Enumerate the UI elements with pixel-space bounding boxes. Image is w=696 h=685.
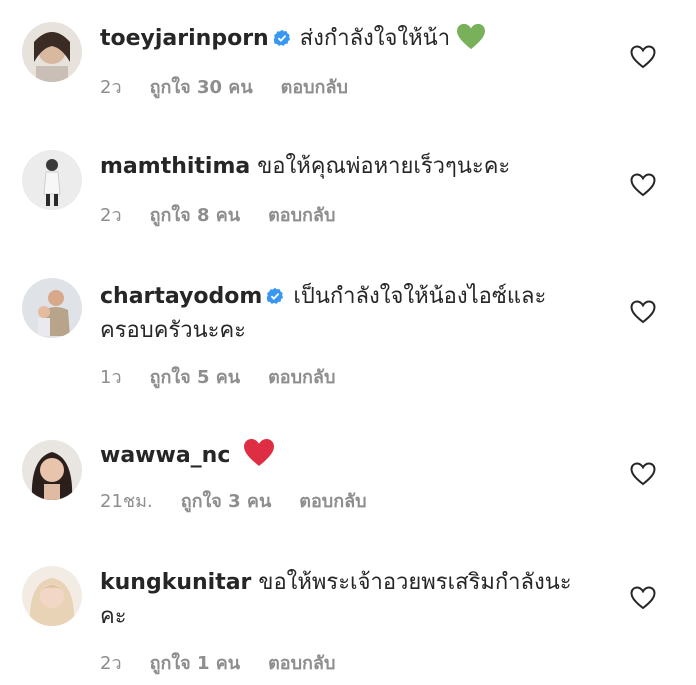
comment-text: mamthitima ขอให้คุณพ่อหายเร็วๆนะคะ	[100, 150, 580, 184]
red-heart-icon	[244, 439, 275, 466]
likes-count[interactable]: ถูกใจ 3 คน	[181, 491, 272, 512]
comment-body: ส่งกำลังใจให้น้า	[299, 26, 451, 51]
likes-count[interactable]: ถูกใจ 1 คน	[150, 653, 241, 674]
likes-count[interactable]: ถูกใจ 8 คน	[150, 205, 241, 226]
timestamp: 2ว	[100, 77, 122, 98]
likes-count[interactable]: ถูกใจ 30 คน	[150, 77, 253, 98]
username[interactable]: wawwa_nc	[100, 443, 230, 468]
comment-text: kungkunitar ขอให้พระเจ้าอวยพรเสริมกำลังน…	[100, 566, 580, 634]
username[interactable]: mamthitima	[100, 154, 250, 179]
verified-badge-icon	[273, 29, 290, 46]
verified-badge-icon	[267, 287, 284, 304]
reply-button[interactable]: ตอบกลับ	[299, 491, 366, 512]
reply-button[interactable]: ตอบกลับ	[268, 205, 335, 226]
like-heart-icon[interactable]	[630, 586, 656, 610]
reply-button[interactable]: ตอบกลับ	[268, 653, 335, 674]
comment-text: wawwa_nc	[100, 438, 580, 473]
timestamp: 2ว	[100, 653, 122, 674]
comment-body: ขอให้คุณพ่อหายเร็วๆนะคะ	[257, 154, 511, 179]
avatar[interactable]	[22, 566, 82, 626]
timestamp: 1ว	[100, 367, 122, 388]
comment-meta: 2ว ถูกใจ 30 คน ตอบกลับ	[100, 72, 376, 101]
avatar[interactable]	[22, 440, 82, 500]
green-heart-icon	[457, 23, 486, 50]
comment-text: toeyjarinporn ส่งกำลังใจให้น้า	[100, 22, 580, 56]
username[interactable]: kungkunitar	[100, 570, 251, 595]
likes-count[interactable]: ถูกใจ 5 คน	[150, 367, 241, 388]
comment-meta: 1ว ถูกใจ 5 คน ตอบกลับ	[100, 362, 363, 391]
like-heart-icon[interactable]	[630, 300, 656, 324]
like-heart-icon[interactable]	[630, 45, 656, 69]
timestamp: 2ว	[100, 205, 122, 226]
like-heart-icon[interactable]	[630, 462, 656, 486]
comment-meta: 21ชม. ถูกใจ 3 คน ตอบกลับ	[100, 486, 395, 515]
username[interactable]: chartayodom	[100, 284, 262, 309]
comment-meta: 2ว ถูกใจ 8 คน ตอบกลับ	[100, 200, 363, 229]
reply-button[interactable]: ตอบกลับ	[281, 77, 348, 98]
comment-meta: 2ว ถูกใจ 1 คน ตอบกลับ	[100, 648, 363, 677]
avatar[interactable]	[22, 150, 82, 210]
timestamp: 21ชม.	[100, 491, 153, 512]
comment-text: chartayodom เป็นกำลังใจให้น้องไอซ์และครอ…	[100, 280, 580, 348]
username[interactable]: toeyjarinporn	[100, 26, 269, 51]
avatar[interactable]	[22, 278, 82, 338]
reply-button[interactable]: ตอบกลับ	[268, 367, 335, 388]
avatar[interactable]	[22, 22, 82, 82]
like-heart-icon[interactable]	[630, 173, 656, 197]
